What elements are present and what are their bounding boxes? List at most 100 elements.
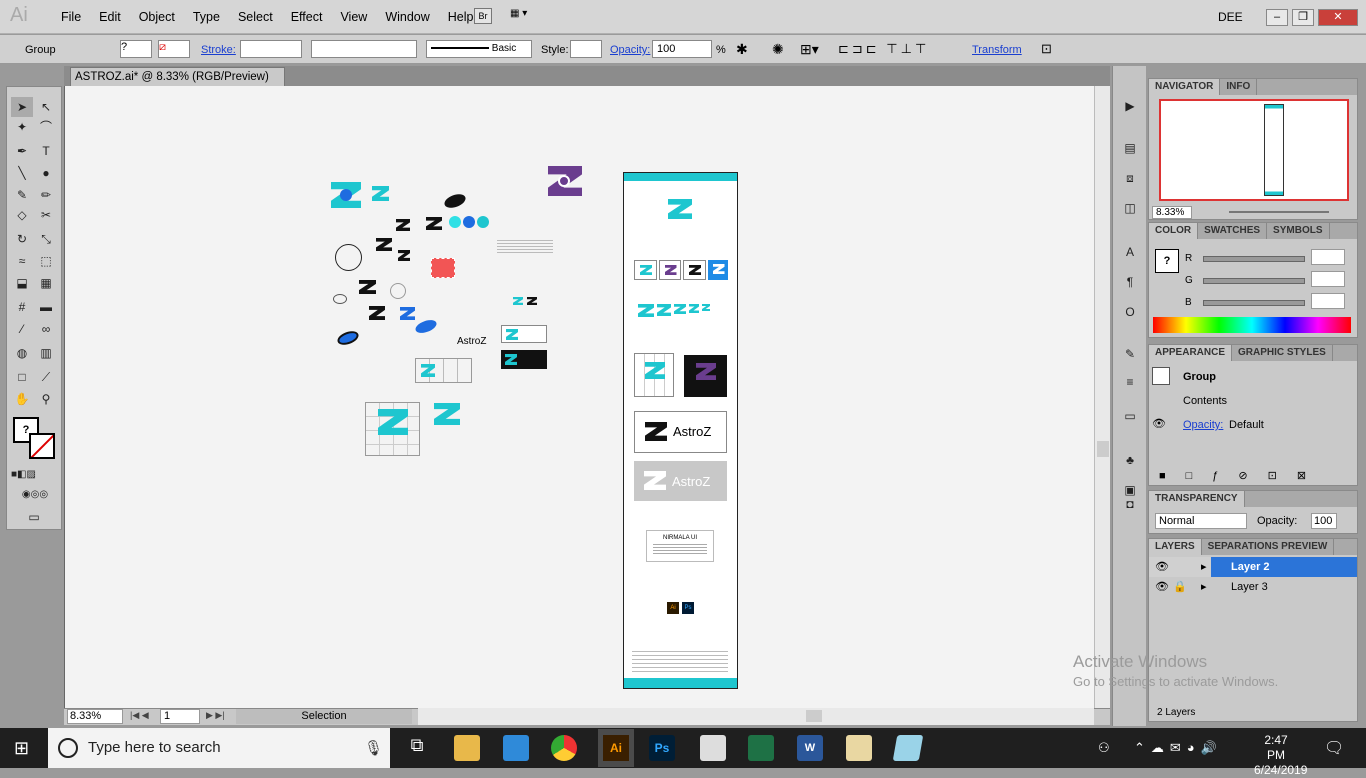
color-g-field[interactable] xyxy=(1311,271,1345,287)
appearance-contents[interactable]: Contents xyxy=(1183,395,1227,407)
menu-view[interactable]: View xyxy=(331,10,376,24)
stroke-link[interactable]: Stroke: xyxy=(201,44,236,56)
visibility-eye-icon[interactable]: 👁 xyxy=(1152,417,1166,430)
selection-tool-icon[interactable]: ➤ xyxy=(11,97,33,117)
minimize-button[interactable]: – xyxy=(1266,9,1288,26)
logo-card-light[interactable] xyxy=(501,325,547,343)
color-b-slider[interactable] xyxy=(1203,300,1305,306)
menu-object[interactable]: Object xyxy=(130,10,184,24)
transparency-opacity-field[interactable]: 100 xyxy=(1311,513,1337,529)
menu-window[interactable]: Window xyxy=(376,10,438,24)
eraser-icon[interactable]: ◇ xyxy=(11,205,33,225)
layer-comp-icon[interactable]: ▤ xyxy=(1119,138,1141,158)
line-tool-icon[interactable]: ╲ xyxy=(11,163,33,183)
type-tool-icon[interactable]: T xyxy=(35,141,57,161)
artboard-nav-prev[interactable]: |◀ ◀ xyxy=(130,710,149,721)
color-g-slider[interactable] xyxy=(1203,278,1305,284)
photoshop-taskbar-icon[interactable]: Ps xyxy=(649,735,675,761)
arrange-documents-button[interactable]: ▦ ▾ xyxy=(510,8,542,24)
paint-icon[interactable] xyxy=(846,735,872,761)
notification-icon[interactable]: 🗨 xyxy=(1324,738,1344,758)
paintbrush-icon[interactable]: ✎ xyxy=(11,185,33,205)
taskbar-search[interactable]: Type here to search xyxy=(48,728,390,768)
mesh-tool-icon[interactable]: # xyxy=(11,297,33,317)
stroke-color-icon[interactable] xyxy=(29,433,55,459)
eyedropper-icon[interactable]: ⁄ xyxy=(11,319,33,339)
tab-graphic-styles[interactable]: GRAPHIC STYLES xyxy=(1232,345,1333,361)
align-buttons-icon[interactable]: ⊏⊐⊏ ⊤⊥⊤ xyxy=(838,41,929,57)
stroke-panel-icon[interactable]: ≡ xyxy=(1119,372,1141,392)
isolate-icon[interactable]: ✺ xyxy=(772,41,784,58)
astroz-wordmark[interactable]: AstroZ xyxy=(457,336,486,347)
transform-link[interactable]: Transform xyxy=(972,44,1022,56)
chrome-icon[interactable] xyxy=(551,735,577,761)
artboard-nav-next[interactable]: ▶ ▶| xyxy=(206,710,225,721)
pencil-icon[interactable]: ✏ xyxy=(35,185,57,205)
color-mode-icon[interactable]: ■◧▨ xyxy=(11,465,36,485)
links-icon[interactable]: ◫ xyxy=(1119,198,1141,218)
layer-row[interactable]: 👁 ▸ Layer 2 xyxy=(1149,557,1357,577)
layer-eye-icon[interactable]: 👁 xyxy=(1155,560,1169,573)
color-spectrum[interactable] xyxy=(1153,317,1351,333)
scale-tool-icon[interactable]: ⤡ xyxy=(35,229,57,249)
workspace-switcher[interactable]: DEE xyxy=(1218,10,1243,24)
tab-transparency[interactable]: TRANSPARENCY xyxy=(1149,491,1245,507)
selected-red-object[interactable] xyxy=(431,258,455,278)
layer-name[interactable]: Layer 3 xyxy=(1211,577,1357,597)
scissors-icon[interactable]: ✂ xyxy=(35,205,57,225)
appearance-footer-icons[interactable]: ■□ƒ⊘⊡⊠ xyxy=(1159,469,1326,482)
tab-layers[interactable]: LAYERS xyxy=(1149,539,1202,555)
shape-builder-icon[interactable]: ⬓ xyxy=(11,273,33,293)
menu-file[interactable]: File xyxy=(52,10,90,24)
artboard-number-field[interactable]: 1 xyxy=(160,709,200,724)
align-menu-icon[interactable]: ⊞▾ xyxy=(800,41,819,58)
circle-small[interactable] xyxy=(390,283,406,299)
vertical-scrollbar[interactable] xyxy=(1094,86,1110,708)
pen-tool-icon[interactable]: ✒ xyxy=(11,141,33,161)
swatch-blue[interactable] xyxy=(463,216,475,228)
paragraph-icon[interactable]: ¶ xyxy=(1119,272,1141,292)
brush-definition[interactable]: Basic xyxy=(426,40,532,58)
circle-outline[interactable] xyxy=(335,244,362,271)
eye-outline[interactable] xyxy=(333,294,347,304)
variable-width-profile[interactable] xyxy=(311,40,417,58)
menu-effect[interactable]: Effect xyxy=(282,10,332,24)
control-panel-icon[interactable] xyxy=(503,735,529,761)
slice-tool-icon[interactable]: ⟋ xyxy=(35,367,57,387)
fill-swatch[interactable]: ? xyxy=(120,40,152,58)
navigator-zoom-slider[interactable] xyxy=(1229,211,1329,213)
lasso-icon[interactable]: ⌒ xyxy=(35,117,57,137)
layer-expand-icon[interactable]: ▸ xyxy=(1201,560,1207,573)
illustrator-taskbar-active[interactable]: Ai xyxy=(598,729,634,767)
navigator-preview[interactable] xyxy=(1159,99,1349,201)
word-icon[interactable]: W xyxy=(797,735,823,761)
character-icon[interactable]: A xyxy=(1119,242,1141,262)
control-options-icon[interactable]: ⊡ xyxy=(1041,41,1052,57)
blend-mode-select[interactable]: Normal xyxy=(1155,513,1247,529)
horizontal-scrollbar[interactable] xyxy=(418,708,1094,725)
play-action-icon[interactable]: ▶ xyxy=(1119,96,1141,116)
zoom-tool-icon[interactable]: ⚲ xyxy=(35,389,57,409)
ellipse-tool-icon[interactable]: ● xyxy=(35,163,57,183)
layer-expand-icon[interactable]: ▸ xyxy=(1201,580,1207,593)
tab-appearance[interactable]: APPEARANCE xyxy=(1149,345,1233,361)
restore-button[interactable]: ❐ xyxy=(1292,9,1314,26)
graph-tool-icon[interactable]: ▥ xyxy=(35,343,57,363)
menu-edit[interactable]: Edit xyxy=(90,10,130,24)
stroke-swatch[interactable]: ⧄ xyxy=(158,40,190,58)
navigator-zoom-field[interactable]: 8.33% xyxy=(1152,206,1192,219)
opacity-field[interactable]: 100 xyxy=(652,40,712,58)
layer-row[interactable]: 👁 🔒 ▸ Layer 3 xyxy=(1149,577,1357,597)
color-r-field[interactable] xyxy=(1311,249,1345,265)
bridge-button[interactable]: Br xyxy=(474,8,492,24)
canvas[interactable] xyxy=(64,86,1110,708)
draw-mode-icon[interactable]: ◉◎◎ xyxy=(11,485,59,505)
direct-selection-tool-icon[interactable]: ↖ xyxy=(35,97,57,117)
people-icon[interactable]: ⚇ xyxy=(1098,740,1110,756)
layer-name[interactable]: Layer 2 xyxy=(1211,557,1357,577)
stroke-weight-field[interactable] xyxy=(240,40,302,58)
swatch-teal[interactable] xyxy=(477,216,489,228)
tab-symbols[interactable]: SYMBOLS xyxy=(1267,223,1330,239)
tab-swatches[interactable]: SWATCHES xyxy=(1198,223,1268,239)
color-fill-icon[interactable]: ? xyxy=(1155,249,1179,273)
